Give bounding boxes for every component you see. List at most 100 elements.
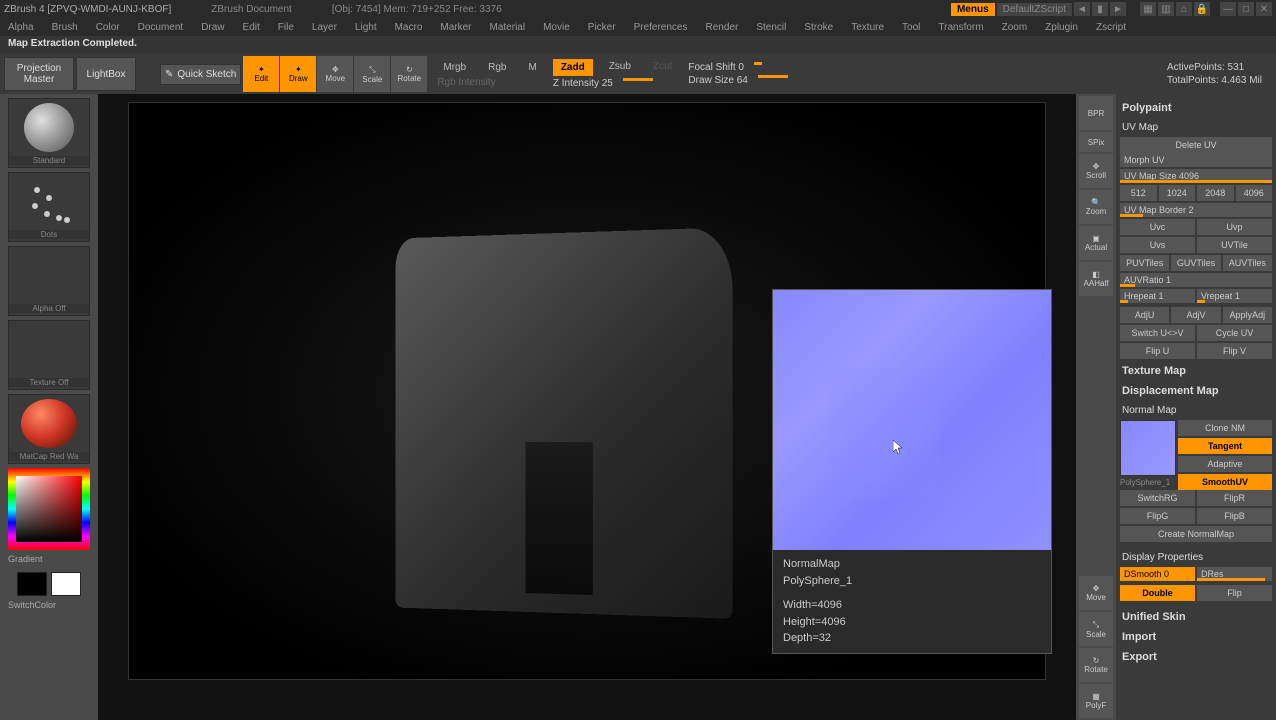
bpr-button[interactable]: BPR	[1079, 96, 1113, 130]
arrow-left-icon[interactable]: ◄	[1074, 2, 1090, 16]
menu-document[interactable]: Document	[138, 22, 184, 33]
lock-icon[interactable]: 🔒	[1194, 2, 1210, 16]
m-button[interactable]: M	[522, 60, 542, 75]
layout-icon[interactable]: ▥	[1158, 2, 1174, 16]
clone-nm-button[interactable]: Clone NM	[1178, 420, 1272, 436]
menu-marker[interactable]: Marker	[440, 22, 471, 33]
scroll-button[interactable]: ✥Scroll	[1079, 154, 1113, 188]
swatch-white[interactable]	[51, 572, 81, 596]
guvtiles-button[interactable]: GUVTiles	[1171, 255, 1220, 271]
switchcolor-button[interactable]: SwitchColor	[4, 600, 94, 610]
mrgb-button[interactable]: Mrgb	[437, 60, 472, 75]
gradient-label[interactable]: Gradient	[4, 554, 94, 564]
zcut-button[interactable]: Zcut	[647, 59, 678, 76]
grid-icon[interactable]: ▦	[1140, 2, 1156, 16]
flipu-button[interactable]: Flip U	[1120, 343, 1195, 359]
menus-button[interactable]: Menus	[951, 3, 995, 16]
texturemap-section[interactable]: Texture Map	[1120, 361, 1272, 381]
menu-stencil[interactable]: Stencil	[756, 22, 786, 33]
menu-material[interactable]: Material	[490, 22, 526, 33]
texture-slot[interactable]: Texture Off	[8, 320, 90, 390]
dispmap-section[interactable]: Displacement Map	[1120, 381, 1272, 401]
draw-button[interactable]: ✦Draw	[280, 56, 316, 92]
menu-alpha[interactable]: Alpha	[8, 22, 34, 33]
zadd-button[interactable]: Zadd	[553, 59, 593, 76]
menu-transform[interactable]: Transform	[938, 22, 983, 33]
draw-size-slider[interactable]: Draw Size 64	[688, 75, 747, 86]
polypaint-section[interactable]: Polypaint	[1120, 98, 1272, 118]
focal-shift-slider[interactable]: Focal Shift 0	[688, 62, 744, 73]
menu-file[interactable]: File	[278, 22, 294, 33]
menu-render[interactable]: Render	[706, 22, 739, 33]
color-picker[interactable]	[8, 468, 90, 550]
cycleuv-button[interactable]: Cycle UV	[1197, 325, 1272, 341]
uvmap-section[interactable]: UV Map	[1120, 118, 1272, 137]
normalmap-thumbnail[interactable]	[1120, 420, 1176, 476]
size-512[interactable]: 512	[1120, 185, 1157, 201]
vrepeat-slider[interactable]: Vrepeat 1	[1197, 289, 1272, 303]
lightbox-button[interactable]: LightBox	[76, 57, 136, 91]
menu-tool[interactable]: Tool	[902, 22, 920, 33]
dres-slider[interactable]: DRes	[1197, 567, 1272, 581]
menu-brush[interactable]: Brush	[52, 22, 78, 33]
menu-zplugin[interactable]: Zplugin	[1045, 22, 1078, 33]
tangent-button[interactable]: Tangent	[1178, 438, 1272, 454]
menu-preferences[interactable]: Preferences	[634, 22, 688, 33]
morph-uv-button[interactable]: Morph UV	[1120, 153, 1272, 167]
brush-slot[interactable]: Standard	[8, 98, 90, 168]
dsmooth-slider[interactable]: DSmooth 0	[1120, 567, 1195, 581]
puvtiles-button[interactable]: PUVTiles	[1120, 255, 1169, 271]
menu-movie[interactable]: Movie	[543, 22, 570, 33]
delete-uv-button[interactable]: Delete UV	[1120, 137, 1272, 153]
z-intensity-slider[interactable]: Z Intensity 25	[553, 78, 613, 89]
applyadj-button[interactable]: ApplyAdj	[1223, 307, 1272, 323]
export-section[interactable]: Export	[1120, 647, 1272, 667]
uvborder-slider[interactable]: UV Map Border 2	[1120, 203, 1272, 217]
spix-button[interactable]: SPix	[1079, 132, 1113, 152]
swatch-black[interactable]	[17, 572, 47, 596]
home-icon[interactable]: ⌂	[1176, 2, 1192, 16]
material-slot[interactable]: MatCap Red Wa	[8, 394, 90, 464]
default-zscript[interactable]: DefaultZScript	[997, 3, 1072, 16]
adju-button[interactable]: AdjU	[1120, 307, 1169, 323]
uvc-button[interactable]: Uvc	[1120, 219, 1195, 235]
flipr-button[interactable]: FlipR	[1197, 490, 1272, 506]
flipg-button[interactable]: FlipG	[1120, 508, 1195, 524]
menu-color[interactable]: Color	[96, 22, 120, 33]
quicksketch-button[interactable]: ✎ Quick Sketch	[160, 64, 241, 85]
menu-macro[interactable]: Macro	[395, 22, 423, 33]
menu-zscript[interactable]: Zscript	[1096, 22, 1126, 33]
double-button[interactable]: Double	[1120, 585, 1195, 601]
switchrg-button[interactable]: SwitchRG	[1120, 490, 1195, 506]
smoothuv-button[interactable]: SmoothUV	[1178, 474, 1272, 490]
size-4096[interactable]: 4096	[1236, 185, 1273, 201]
menu-draw[interactable]: Draw	[201, 22, 224, 33]
display-props-section[interactable]: Display Properties	[1120, 548, 1272, 567]
menu-layer[interactable]: Layer	[312, 22, 337, 33]
import-section[interactable]: Import	[1120, 627, 1272, 647]
normalmap-section[interactable]: Normal Map	[1120, 401, 1272, 420]
scale-view-button[interactable]: ⤡Scale	[1079, 612, 1113, 646]
flipb-button[interactable]: FlipB	[1197, 508, 1272, 524]
scale-button[interactable]: ⤡Scale	[354, 56, 390, 92]
close-icon[interactable]: ✕	[1256, 2, 1272, 16]
rgb-button[interactable]: Rgb	[482, 60, 512, 75]
create-normalmap-button[interactable]: Create NormalMap	[1120, 526, 1272, 542]
rotate-view-button[interactable]: ↻Rotate	[1079, 648, 1113, 682]
aahalf-button[interactable]: ◧AAHalf	[1079, 262, 1113, 296]
projection-master-button[interactable]: Projection Master	[4, 57, 74, 91]
hrepeat-slider[interactable]: Hrepeat 1	[1120, 289, 1195, 303]
move-view-button[interactable]: ✥Move	[1079, 576, 1113, 610]
menu-zoom[interactable]: Zoom	[1002, 22, 1028, 33]
uvp-button[interactable]: Uvp	[1197, 219, 1272, 235]
auvratio-slider[interactable]: AUVRatio 1	[1120, 273, 1272, 287]
size-2048[interactable]: 2048	[1197, 185, 1234, 201]
minimize-icon[interactable]: —	[1220, 2, 1236, 16]
alpha-slot[interactable]: Alpha Off	[8, 246, 90, 316]
size-1024[interactable]: 1024	[1159, 185, 1196, 201]
menu-stroke[interactable]: Stroke	[804, 22, 833, 33]
adaptive-button[interactable]: Adaptive	[1178, 456, 1272, 472]
menu-texture[interactable]: Texture	[851, 22, 884, 33]
flipv-button[interactable]: Flip V	[1197, 343, 1272, 359]
uvtile-button[interactable]: UVTile	[1197, 237, 1272, 253]
